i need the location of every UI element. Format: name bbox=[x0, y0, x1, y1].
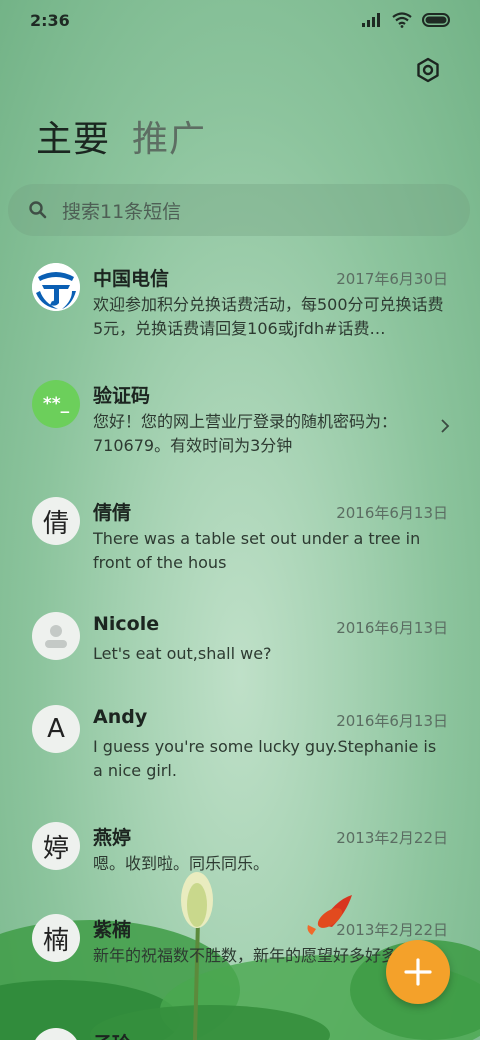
message-date: 2013年2月22日 bbox=[336, 829, 448, 847]
status-time: 2:36 bbox=[30, 11, 70, 30]
search-placeholder: 搜索11条短信 bbox=[62, 200, 182, 223]
conversation-item[interactable]: 倩 倩倩 2016年6月13日 There was a table set ou… bbox=[0, 497, 480, 607]
contact-name: 子玲 bbox=[93, 1029, 131, 1040]
contact-name: 倩倩 bbox=[93, 502, 132, 524]
status-bar: 2:36 bbox=[0, 0, 480, 42]
message-date: 2017年6月30日 bbox=[336, 270, 448, 288]
conversation-item[interactable]: 中国电信 2017年6月30日 欢迎参加积分兑换话费活动，每500分可兑换话费5… bbox=[0, 263, 480, 373]
message-preview: 欢迎参加积分兑换话费活动，每500分可兑换话费5元，兑换话费请回复106或jfd… bbox=[93, 295, 444, 338]
conversation-item[interactable]: A Andy 2016年6月13日 I guess you're some lu… bbox=[0, 705, 480, 815]
avatar-text: A bbox=[47, 714, 65, 744]
message-preview: There was a table set out under a tree i… bbox=[93, 529, 421, 572]
avatar bbox=[32, 1028, 80, 1040]
new-message-button[interactable] bbox=[386, 940, 450, 1004]
settings-button[interactable] bbox=[412, 54, 444, 86]
tab-main[interactable]: 主要 bbox=[36, 110, 110, 162]
avatar: 倩 bbox=[32, 497, 80, 545]
message-preview: 嗯。收到啦。同乐同乐。 bbox=[93, 854, 270, 873]
tab-promotion[interactable]: 推广 bbox=[132, 110, 206, 162]
avatar-text: 倩 bbox=[42, 508, 69, 539]
message-date: 2016年6月13日 bbox=[336, 619, 448, 637]
gear-icon bbox=[417, 57, 439, 83]
message-date: 2013年2月22日 bbox=[336, 921, 448, 939]
verification-avatar: **_ bbox=[32, 380, 80, 428]
search-input[interactable]: 搜索11条短信 bbox=[8, 184, 470, 236]
avatar: 婷 bbox=[32, 822, 80, 870]
avatar-text: **_ bbox=[42, 394, 70, 414]
message-preview: I guess you're some lucky guy.Stephanie … bbox=[93, 737, 437, 780]
contact-name: 紫楠 bbox=[93, 919, 132, 941]
message-date: 2016年6月13日 bbox=[336, 504, 448, 522]
avatar: A bbox=[32, 705, 80, 753]
contact-name: 中国电信 bbox=[93, 268, 170, 290]
chevron-right-icon[interactable] bbox=[440, 418, 450, 434]
conversation-item[interactable]: 子玲 bbox=[0, 1028, 480, 1040]
battery-icon bbox=[422, 13, 450, 27]
message-date: 2016年6月13日 bbox=[336, 712, 448, 730]
avatar-text: 婷 bbox=[42, 833, 69, 864]
contact-name: 燕婷 bbox=[93, 827, 132, 849]
wifi-icon bbox=[392, 12, 412, 28]
conversation-item[interactable]: **_ 验证码 您好！您的网上营业厅登录的随机密码为：710679。有效时间为3… bbox=[0, 380, 480, 490]
person-icon bbox=[32, 612, 80, 660]
contact-name: Andy bbox=[93, 706, 148, 728]
contact-name: 验证码 bbox=[93, 385, 151, 407]
message-preview: 新年的祝福数不胜数，新年的愿望好多好多，新年的问候依旧美好，在这个温馨的时刻… bbox=[93, 946, 393, 965]
search-icon bbox=[29, 201, 47, 219]
category-tabs: 主要 推广 bbox=[36, 110, 206, 162]
signal-icon bbox=[362, 13, 380, 27]
plus-icon bbox=[404, 958, 432, 986]
avatar: 楠 bbox=[32, 914, 80, 962]
avatar-text: 楠 bbox=[42, 925, 69, 956]
status-icons bbox=[362, 12, 452, 28]
message-preview: 您好！您的网上营业厅登录的随机密码为：710679。有效时间为3分钟 bbox=[93, 412, 398, 455]
message-preview: Let's eat out,shall we? bbox=[93, 644, 272, 663]
china-telecom-logo bbox=[32, 263, 80, 311]
contact-name: Nicole bbox=[93, 613, 160, 635]
